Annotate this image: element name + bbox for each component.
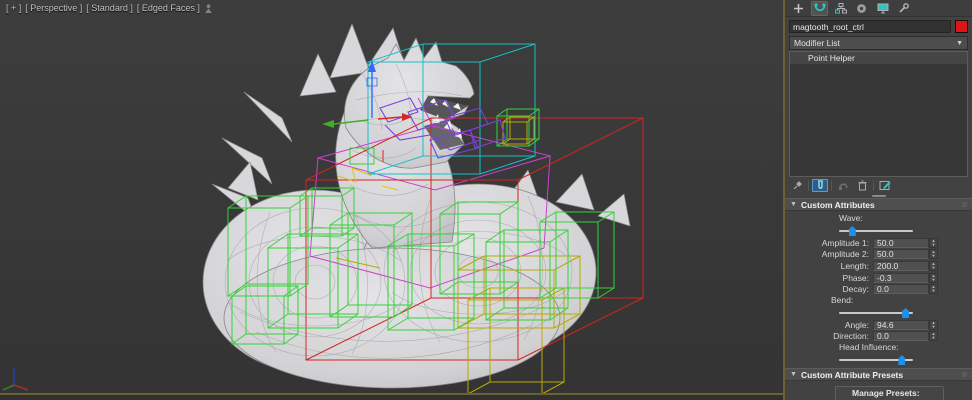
chevron-down-icon: ▼: [956, 39, 963, 47]
slider-thumb[interactable]: [898, 355, 906, 366]
rollout-dot-icon: [962, 202, 967, 207]
object-name-input[interactable]: [789, 20, 951, 33]
spinner-label: Length:: [840, 260, 869, 271]
rollout-title: Custom Attributes: [800, 199, 875, 210]
toolbar-separator: [808, 179, 809, 191]
viewport-bottom-strip: [0, 395, 783, 400]
spinner-value-field[interactable]: 94.6: [873, 319, 929, 330]
rollout-custom-attribute-presets[interactable]: ▼ Custom Attribute Presets: [785, 368, 972, 382]
viewport-3d-scene[interactable]: [0, 0, 783, 394]
spinner-row-decay: Decay: 0.0 ▲ ▼: [785, 283, 972, 295]
modifier-stack-list[interactable]: Point Helper: [789, 51, 968, 177]
slider-track[interactable]: [839, 355, 913, 366]
custom-attributes-body: Wave: Amplitude 1: 50.0 ▲ ▼ Amplitude 2: …: [785, 211, 972, 368]
slider-track[interactable]: [839, 226, 913, 236]
viewport-person-icon[interactable]: [204, 3, 213, 13]
rollout-dot-icon: [962, 372, 967, 378]
spinner-label: Decay:: [842, 284, 869, 295]
spinner-row-length: Length: 200.0 ▲ ▼: [785, 260, 972, 272]
show-end-result-icon[interactable]: [812, 178, 828, 192]
object-color-swatch[interactable]: [955, 20, 968, 33]
spinner-arrows[interactable]: ▲ ▼: [929, 319, 938, 330]
viewport-menu-pov[interactable]: [ Perspective ]: [25, 3, 82, 13]
configure-modifier-sets-icon[interactable]: [877, 179, 893, 192]
pin-stack-icon[interactable]: [789, 179, 805, 192]
modifier-list-label: Modifier List: [794, 38, 840, 48]
spinner-value-field[interactable]: 0.0: [873, 284, 929, 295]
slider-track[interactable]: [839, 307, 913, 318]
head-influence-slider[interactable]: [785, 353, 972, 366]
spinner-arrows[interactable]: ▲ ▼: [929, 249, 938, 260]
object-name-row: [785, 17, 972, 35]
spinner-value-field[interactable]: -0.3: [873, 272, 929, 283]
spinner-row-amplitude-1: Amplitude 1: 50.0 ▲ ▼: [785, 237, 972, 249]
make-unique-icon[interactable]: [835, 179, 851, 192]
tab-hierarchy[interactable]: [832, 1, 849, 16]
spinner-label: Angle:: [844, 319, 869, 330]
presets-body: Manage Presets: Name: < Presets:: [785, 381, 972, 400]
command-panel: Modifier List ▼ Point Helper: [785, 0, 972, 400]
spinner-label: Direction:: [833, 331, 869, 342]
grip-icon: [871, 194, 886, 197]
toolbar-separator: [873, 179, 874, 191]
spinner-label: Amplitude 2:: [821, 249, 869, 260]
manage-presets-group: Manage Presets: Name: <: [835, 386, 944, 400]
perspective-viewport[interactable]: [ + ] [ Perspective ] [ Standard ] [ Edg…: [0, 0, 785, 400]
bend-label: Bend:: [831, 294, 854, 305]
spinner-value-field[interactable]: 50.0: [873, 249, 929, 260]
viewport-label-bar: [ + ] [ Perspective ] [ Standard ] [ Edg…: [6, 3, 213, 13]
stack-item-point-helper[interactable]: Point Helper: [790, 52, 967, 64]
spinner-row-amplitude-2: Amplitude 2: 50.0 ▲ ▼: [785, 249, 972, 261]
tab-create[interactable]: [790, 1, 807, 16]
command-panel-tabs: [785, 0, 972, 17]
rollout-expand-icon: ▼: [790, 371, 797, 379]
tab-motion[interactable]: [853, 1, 870, 16]
tab-modify[interactable]: [811, 0, 828, 16]
spinner-row-angle: Angle: 94.6 ▲ ▼: [785, 319, 972, 331]
spinner-arrows[interactable]: ▲ ▼: [929, 237, 938, 248]
spinner-arrows[interactable]: ▲ ▼: [929, 331, 938, 342]
viewport-menu-style[interactable]: [ Standard ]: [86, 3, 133, 13]
slider-thumb[interactable]: [902, 307, 910, 318]
toolbar-separator: [831, 179, 832, 191]
spinner-row-direction: Direction: 0.0 ▲ ▼: [785, 331, 972, 343]
slider-thumb[interactable]: [848, 226, 856, 236]
tab-display[interactable]: [874, 1, 891, 16]
rollout-title: Custom Attribute Presets: [800, 369, 904, 380]
modifier-list-dropdown[interactable]: Modifier List ▼: [789, 36, 968, 50]
spinner-arrows[interactable]: ▲ ▼: [929, 284, 938, 295]
spinner-label: Amplitude 1:: [821, 237, 869, 248]
wave-label: Wave:: [839, 213, 863, 223]
3ds-max-window: [ + ] [ Perspective ] [ Standard ] [ Edg…: [0, 0, 972, 400]
rollout-expand-icon: ▼: [790, 201, 797, 208]
tab-utilities[interactable]: [895, 1, 912, 16]
remove-modifier-icon[interactable]: [854, 179, 870, 192]
head-influence-label: Head Influence:: [839, 342, 899, 353]
bend-slider[interactable]: [785, 306, 972, 318]
viewport-menu-general[interactable]: [ + ]: [6, 3, 21, 13]
spinner-arrows[interactable]: ▲ ▼: [929, 260, 938, 271]
spinner-row-phase: Phase: -0.3 ▲ ▼: [785, 272, 972, 284]
viewport-menu-shading[interactable]: [ Edged Faces ]: [137, 3, 200, 13]
spinner-value-field[interactable]: 200.0: [873, 260, 929, 271]
spinner-arrows[interactable]: ▲ ▼: [929, 272, 938, 283]
spinner-label: Phase:: [842, 272, 869, 283]
spinner-value-field[interactable]: 0.0: [873, 331, 929, 342]
modifier-stack-toolbar: [785, 177, 972, 193]
wave-slider[interactable]: [785, 224, 972, 236]
rollout-custom-attributes[interactable]: ▼ Custom Attributes: [785, 198, 972, 211]
spinner-value-field[interactable]: 50.0: [873, 237, 929, 248]
manage-presets-title: Manage Presets:: [852, 388, 920, 399]
